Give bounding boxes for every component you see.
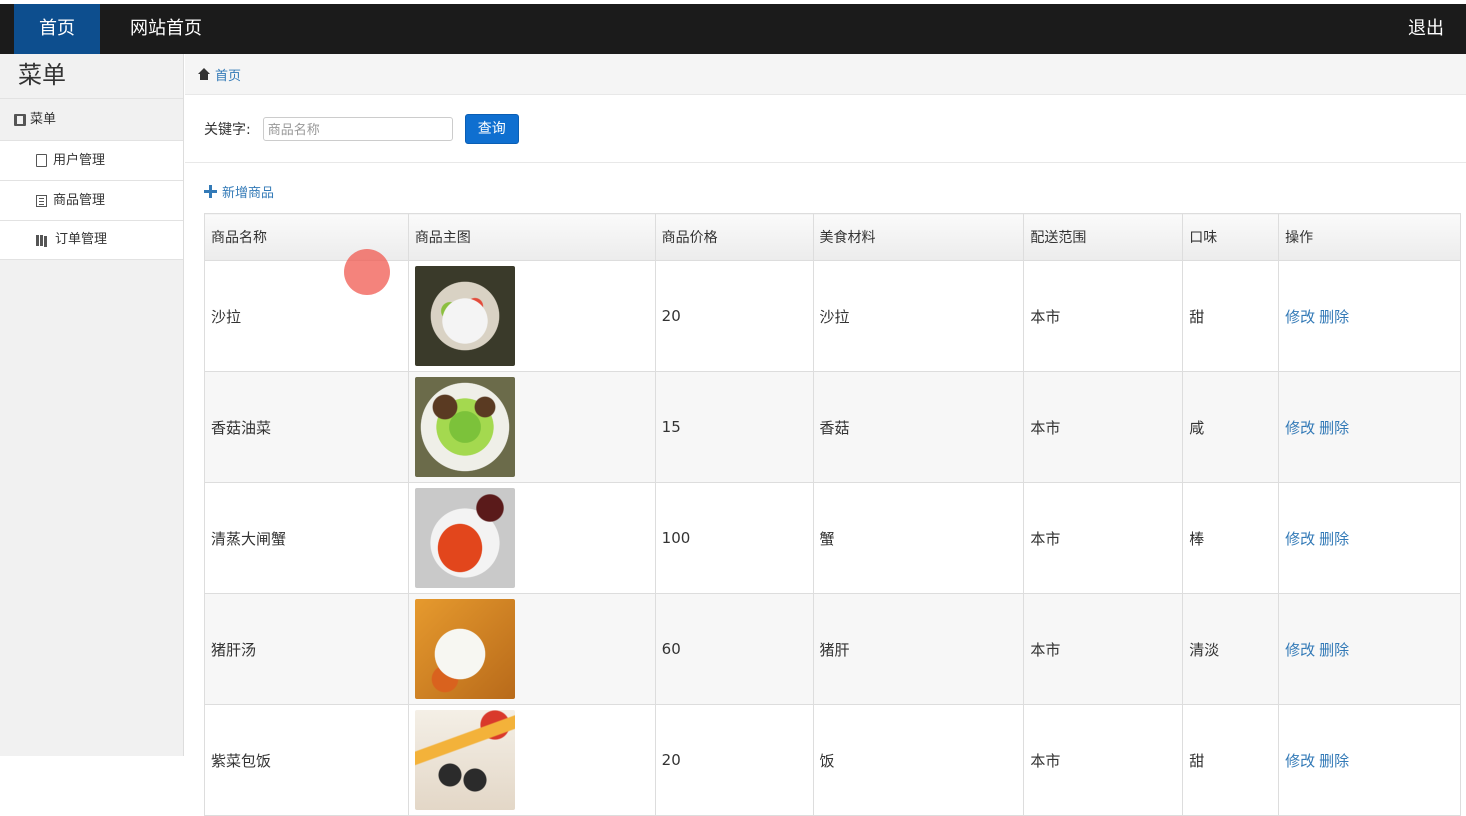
cell-taste: 甜 — [1182, 704, 1280, 816]
plus-icon — [204, 185, 217, 198]
table-row: 清蒸大闸蟹 100 蟹 本市 棒 修改 删除 — [204, 482, 1461, 594]
add-goods-button[interactable]: 新增商品 — [204, 182, 274, 201]
breadcrumb: 首页 — [185, 54, 1466, 95]
cell-taste: 棒 — [1182, 482, 1280, 594]
cell-actions: 修改 删除 — [1278, 371, 1461, 483]
cell-image — [407, 704, 656, 816]
crab-thumbnail — [414, 488, 515, 588]
sidebar-item-label: 订单管理 — [55, 232, 108, 247]
cell-price: 60 — [654, 593, 814, 705]
cell-actions: 修改 删除 — [1278, 593, 1461, 705]
header-image: 商品主图 — [407, 213, 656, 261]
header-taste: 口味 — [1182, 213, 1280, 261]
sidebar-item-label: 用户管理 — [53, 152, 106, 168]
books-icon — [36, 234, 49, 246]
cell-material: 沙拉 — [812, 260, 1025, 372]
top-navbar: 首页 网站首页 退出 — [0, 4, 1466, 54]
kimbap-thumbnail — [414, 710, 515, 810]
cell-actions: 修改 删除 — [1278, 260, 1461, 372]
cell-image — [407, 482, 656, 594]
breadcrumb-home-link[interactable]: 首页 — [215, 65, 241, 84]
goods-table: 商品名称 商品主图 商品价格 美食材料 配送范围 口味 操作 沙拉 20 沙拉 … — [204, 213, 1461, 816]
file-icon — [36, 154, 47, 167]
liver-soup-thumbnail — [414, 599, 515, 699]
cell-area: 本市 — [1023, 593, 1184, 705]
header-area: 配送范围 — [1023, 213, 1184, 261]
book-icon — [14, 113, 26, 126]
cell-price: 100 — [654, 482, 814, 594]
delete-link[interactable]: 删除 — [1319, 419, 1349, 437]
cell-area: 本市 — [1023, 371, 1184, 483]
cell-material: 饭 — [812, 704, 1025, 816]
cell-area: 本市 — [1023, 482, 1184, 594]
cell-taste: 甜 — [1182, 260, 1280, 372]
cell-name: 清蒸大闸蟹 — [204, 482, 409, 594]
delete-link[interactable]: 删除 — [1319, 641, 1349, 659]
cell-actions: 修改 删除 — [1278, 704, 1461, 816]
nav-site-home-link[interactable]: 网站首页 — [130, 4, 202, 54]
salad-thumbnail — [414, 266, 515, 366]
search-button[interactable]: 查询 — [464, 114, 519, 144]
table-row: 猪肝汤 60 猪肝 本市 清淡 修改 删除 — [204, 593, 1461, 705]
header-actions: 操作 — [1278, 213, 1461, 261]
edit-link[interactable]: 修改 — [1285, 419, 1315, 437]
add-goods-label: 新增商品 — [222, 186, 275, 201]
sidebar-title: 菜单 — [18, 61, 66, 89]
mushroom-greens-thumbnail — [414, 377, 515, 477]
edit-link[interactable]: 修改 — [1285, 752, 1315, 770]
nav-home-tab[interactable]: 首页 — [14, 4, 100, 54]
cell-name: 紫菜包饭 — [204, 704, 409, 816]
table-row: 沙拉 20 沙拉 本市 甜 修改 删除 — [204, 260, 1461, 372]
sidebar-group-menu[interactable]: 菜单 — [0, 98, 183, 140]
cell-price: 15 — [654, 371, 814, 483]
cell-price: 20 — [654, 704, 814, 816]
edit-link[interactable]: 修改 — [1285, 530, 1315, 548]
header-material: 美食材料 — [812, 213, 1025, 261]
cell-name: 猪肝汤 — [204, 593, 409, 705]
logout-link[interactable]: 退出 — [1408, 4, 1444, 54]
sidebar-item-orders[interactable]: 订单管理 — [0, 220, 183, 260]
cell-taste: 清淡 — [1182, 593, 1280, 705]
delete-link[interactable]: 删除 — [1319, 752, 1349, 770]
list-icon — [36, 194, 47, 207]
cell-area: 本市 — [1023, 260, 1184, 372]
delete-link[interactable]: 删除 — [1319, 308, 1349, 326]
cell-taste: 咸 — [1182, 371, 1280, 483]
sidebar-item-label: 商品管理 — [53, 192, 106, 208]
sidebar: 菜单 菜单 用户管理 商品管理 订单管理 — [0, 54, 184, 756]
search-input[interactable] — [262, 117, 453, 141]
cell-actions: 修改 删除 — [1278, 482, 1461, 594]
table-row: 香菇油菜 15 香菇 本市 咸 修改 删除 — [204, 371, 1461, 483]
sidebar-item-goods[interactable]: 商品管理 — [0, 180, 183, 220]
cell-price: 20 — [654, 260, 814, 372]
cell-image — [407, 371, 656, 483]
sidebar-item-users[interactable]: 用户管理 — [0, 140, 183, 180]
keyword-label: 关键字: — [204, 122, 251, 138]
edit-link[interactable]: 修改 — [1285, 308, 1315, 326]
header-price: 商品价格 — [654, 213, 814, 261]
cell-material: 蟹 — [812, 482, 1025, 594]
search-form: 关键字: 查询 — [204, 113, 519, 145]
sidebar-group-label: 菜单 — [30, 111, 57, 127]
cell-name: 香菇油菜 — [204, 371, 409, 483]
cell-image — [407, 260, 656, 372]
delete-link[interactable]: 删除 — [1319, 530, 1349, 548]
cell-area: 本市 — [1023, 704, 1184, 816]
table-header-row: 商品名称 商品主图 商品价格 美食材料 配送范围 口味 操作 — [204, 213, 1461, 261]
table-row: 紫菜包饭 20 饭 本市 甜 修改 删除 — [204, 704, 1461, 816]
cell-material: 香菇 — [812, 371, 1025, 483]
cell-material: 猪肝 — [812, 593, 1025, 705]
cell-image — [407, 593, 656, 705]
divider — [185, 162, 1466, 163]
home-icon — [197, 68, 211, 80]
cursor-highlight — [344, 249, 390, 295]
edit-link[interactable]: 修改 — [1285, 641, 1315, 659]
